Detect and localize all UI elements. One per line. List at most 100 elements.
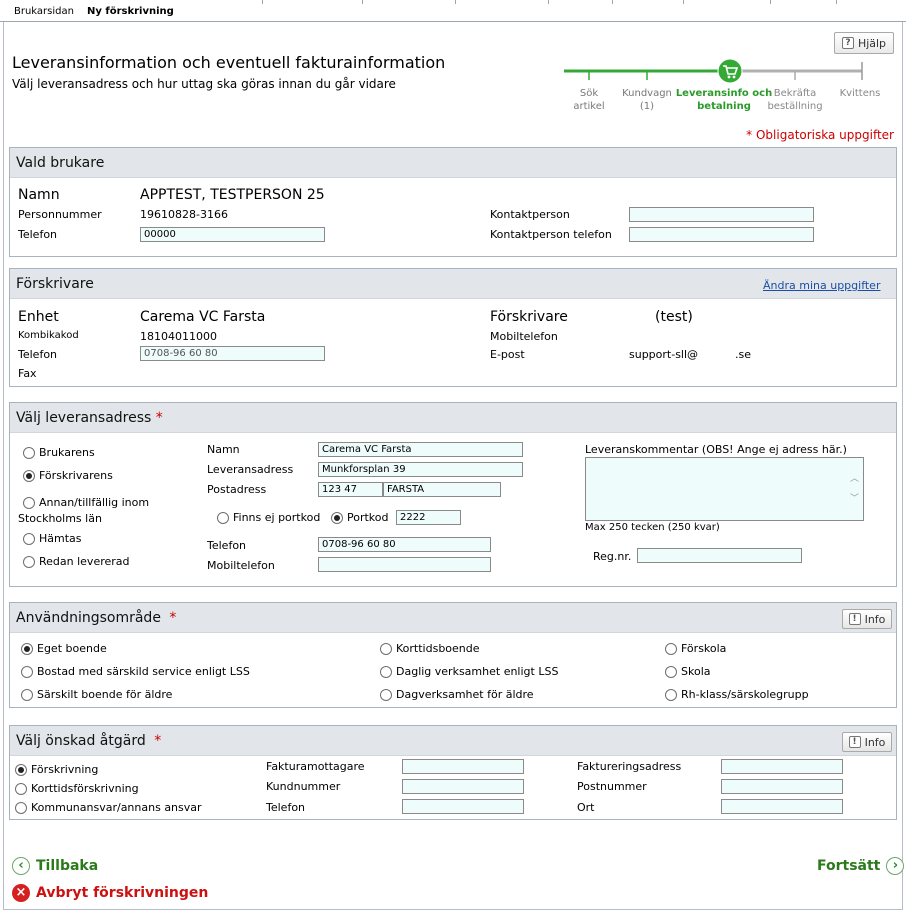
leverans-mobil-input[interactable] xyxy=(318,557,491,572)
kontaktperson-label: Kontaktperson xyxy=(490,208,570,221)
info-icon: ! xyxy=(848,613,861,625)
fax-label: Fax xyxy=(18,367,37,380)
scroll-down-icon[interactable]: ﹀ xyxy=(850,491,859,504)
faktureringsadress-label: Faktureringsadress xyxy=(577,760,682,773)
radio-label: Förskola xyxy=(681,642,727,655)
faktura-ort-input[interactable] xyxy=(721,799,843,814)
forskrivare-telefon-input[interactable] xyxy=(140,346,325,361)
radio-button[interactable] xyxy=(21,688,33,701)
avbryt-button[interactable]: × Avbryt förskrivningen xyxy=(12,884,208,902)
faktureringsadress-input[interactable] xyxy=(721,759,843,774)
portkod-input[interactable] xyxy=(396,510,461,525)
kontaktperson-input[interactable] xyxy=(629,207,814,222)
required-mark: * xyxy=(155,410,163,426)
postort-input[interactable] xyxy=(383,482,501,497)
radio-button[interactable] xyxy=(665,665,677,678)
info-label: Info xyxy=(864,612,886,626)
radio-label: Skola xyxy=(681,665,711,678)
radio-label-continued: Stockholms län xyxy=(18,512,102,525)
brukare-telefon-input[interactable] xyxy=(140,227,325,242)
radio-skola[interactable]: Skola xyxy=(665,665,711,678)
progress-track xyxy=(564,58,863,84)
faktura-postnummer-input[interactable] xyxy=(721,779,843,794)
radio-daglig-verksamhet[interactable]: Daglig verksamhet enligt LSS xyxy=(380,665,558,678)
scroll-up-icon[interactable]: ︿ xyxy=(850,471,859,484)
section-leveransadress: Välj leveransadress * Brukarens Förskriv… xyxy=(9,402,897,587)
leverans-namn-input[interactable] xyxy=(318,442,523,457)
radio-button[interactable] xyxy=(23,496,35,509)
tab-brukarsidan[interactable]: Brukarsidan xyxy=(2,0,86,22)
section-atgard: Välj önskad åtgärd * ! Info Förskrivning… xyxy=(9,725,897,820)
radio-button[interactable] xyxy=(23,532,35,545)
radio-button[interactable] xyxy=(21,642,33,655)
radio-annan-tillfallig[interactable]: Annan/tillfällig inom xyxy=(23,496,149,509)
radio-button[interactable] xyxy=(665,688,677,701)
help-button[interactable]: ? Hjälp xyxy=(834,32,894,54)
radio-forskola[interactable]: Förskola xyxy=(665,642,726,655)
namn-label: Namn xyxy=(18,187,60,203)
radio-eget-boende[interactable]: Eget boende xyxy=(21,642,107,655)
radio-label: Rh-klass/särskolegrupp xyxy=(681,688,809,701)
radio-hamtas[interactable]: Hämtas xyxy=(23,532,82,545)
andra-mina-uppgifter-link[interactable]: Ändra mina uppgifter xyxy=(763,279,880,292)
arrow-left-icon: ‹ xyxy=(12,857,30,875)
radio-label: Förskrivning xyxy=(31,763,99,776)
radio-button[interactable] xyxy=(15,763,27,776)
kontaktperson-telefon-input[interactable] xyxy=(629,227,814,242)
radio-portkod[interactable]: Portkod xyxy=(331,511,389,524)
regnr-input[interactable] xyxy=(637,548,802,563)
fortsatt-button[interactable]: Fortsätt › xyxy=(817,857,905,875)
leveranskommentar-textarea[interactable] xyxy=(585,457,864,521)
radio-finns-ej-portkod[interactable]: Finns ej portkod xyxy=(217,511,320,524)
radio-label: Korttidsförskrivning xyxy=(31,782,139,795)
leveransadress-input[interactable] xyxy=(318,462,523,477)
radio-button[interactable] xyxy=(217,511,229,524)
radio-button[interactable] xyxy=(23,555,35,568)
radio-label: Hämtas xyxy=(39,532,82,545)
faktura-telefon-input[interactable] xyxy=(402,799,524,814)
radio-kommunansvar[interactable]: Kommunansvar/annans ansvar xyxy=(15,801,202,814)
tillbaka-button[interactable]: ‹ Tillbaka xyxy=(12,857,98,875)
radio-forskrivarens[interactable]: Förskrivarens xyxy=(23,469,113,482)
radio-bostad-lss[interactable]: Bostad med särskild service enligt LSS xyxy=(21,665,250,678)
fakturamottagare-input[interactable] xyxy=(402,759,524,774)
section-vald-brukare: Vald brukare Namn APPTEST, TESTPERSON 25… xyxy=(9,147,897,257)
tab-ny-forskrivning[interactable]: Ny förskrivning xyxy=(75,0,186,22)
radio-sarskilt-boende[interactable]: Särskilt boende för äldre xyxy=(21,688,172,701)
radio-label: Portkod xyxy=(347,511,389,524)
radio-button[interactable] xyxy=(21,665,33,678)
kundnummer-input[interactable] xyxy=(402,779,524,794)
forskrivare-label: Förskrivare xyxy=(490,309,568,325)
tillbaka-label: Tillbaka xyxy=(36,858,99,874)
radio-brukarens[interactable]: Brukarens xyxy=(23,446,95,459)
radio-button[interactable] xyxy=(15,801,27,814)
radio-button[interactable] xyxy=(23,469,35,482)
radio-dagverksamhet[interactable]: Dagverksamhet för äldre xyxy=(380,688,534,701)
radio-button[interactable] xyxy=(23,446,35,459)
leverans-telefon-input[interactable] xyxy=(318,537,491,552)
step-line: beställning xyxy=(767,101,823,112)
radio-button[interactable] xyxy=(380,688,392,701)
radio-korttidsforskrivning[interactable]: Korttidsförskrivning xyxy=(15,782,139,795)
radio-forskrivning[interactable]: Förskrivning xyxy=(15,763,98,776)
regnr-label: Reg.nr. xyxy=(593,550,632,563)
radio-label: Redan levererad xyxy=(39,555,130,568)
radio-button[interactable] xyxy=(380,642,392,655)
radio-button[interactable] xyxy=(331,511,343,524)
radio-rh-klass[interactable]: Rh-klass/särskolegrupp xyxy=(665,688,809,701)
radio-korttidsboende[interactable]: Korttidsboende xyxy=(380,642,480,655)
mobiltelefon-label: Mobiltelefon xyxy=(490,330,558,343)
info-button[interactable]: ! Info xyxy=(842,609,892,629)
info-button[interactable]: ! Info xyxy=(842,732,892,752)
required-mark: * xyxy=(169,610,177,626)
help-icon: ? xyxy=(841,37,854,49)
postnummer-input[interactable] xyxy=(318,482,383,497)
radio-button[interactable] xyxy=(380,665,392,678)
radio-button[interactable] xyxy=(15,782,27,795)
radio-redan-levererad[interactable]: Redan levererad xyxy=(23,555,130,568)
ort-label: Ort xyxy=(577,801,595,814)
personnummer-label: Personnummer xyxy=(18,208,102,221)
radio-button[interactable] xyxy=(665,642,677,655)
fakturamottagare-label: Fakturamottagare xyxy=(266,760,365,773)
radio-label: Bostad med särskild service enligt LSS xyxy=(37,665,250,678)
